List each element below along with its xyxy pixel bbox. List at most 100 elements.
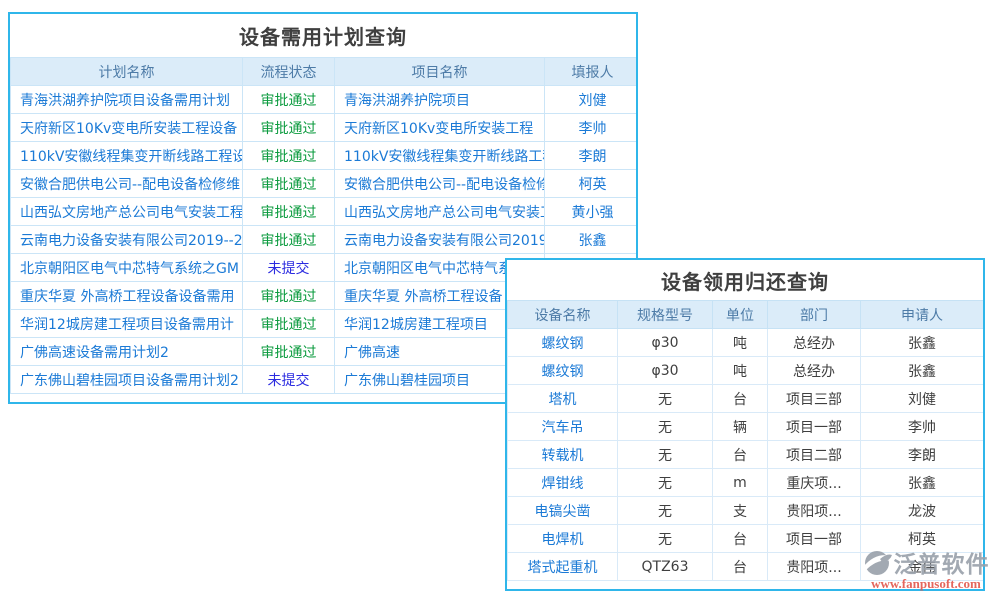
applicant-name: 龙波 [861, 497, 984, 525]
unit-text: 台 [713, 553, 768, 581]
device-name-link[interactable]: 螺纹钢 [508, 329, 618, 357]
applicant-name: 张鑫 [861, 329, 984, 357]
reporter-name-link[interactable]: 李帅 [545, 114, 639, 142]
reporter-name-link[interactable]: 黄小强 [545, 198, 639, 226]
borrow-return-table-body: 螺纹钢φ30吨总经办张鑫螺纹钢φ30吨总经办张鑫塔机无台项目三部刘健汽车吊无辆项… [508, 329, 984, 581]
applicant-name: 李帅 [861, 413, 984, 441]
table-row: 塔机无台项目三部刘健 [508, 385, 984, 413]
plan-name-link[interactable]: 山西弘文房地产总公司电气安装工程 [11, 198, 243, 226]
plan-name-link[interactable]: 重庆华夏 外高桥工程设备设备需用 [11, 282, 243, 310]
unit-text: 辆 [713, 413, 768, 441]
table-row: 焊钳线无m重庆项...张鑫 [508, 469, 984, 497]
plan-name-link[interactable]: 华润12城房建工程项目设备需用计 [11, 310, 243, 338]
column-header-project-name: 项目名称 [335, 58, 545, 86]
device-name-link[interactable]: 汽车吊 [508, 413, 618, 441]
plan-name-link[interactable]: 天府新区10Kv变电所安装工程设备 [11, 114, 243, 142]
table-row: 螺纹钢φ30吨总经办张鑫 [508, 357, 984, 385]
table-row: 山西弘文房地产总公司电气安装工程审批通过山西弘文房地产总公司电气安装工黄小强 [11, 198, 639, 226]
flow-status-text: 审批通过 [243, 310, 335, 338]
device-name-link[interactable]: 螺纹钢 [508, 357, 618, 385]
model-text: 无 [618, 413, 713, 441]
reporter-name-link[interactable]: 柯英 [545, 170, 639, 198]
table-row: 电镐尖凿无支贵阳项...龙波 [508, 497, 984, 525]
applicant-name: 张鑫 [861, 357, 984, 385]
applicant-name: 张鑫 [861, 469, 984, 497]
project-name-link[interactable]: 天府新区10Kv变电所安装工程 [335, 114, 545, 142]
column-header-model: 规格型号 [618, 301, 713, 329]
flow-status-text: 未提交 [243, 366, 335, 394]
table-row: 汽车吊无辆项目一部李帅 [508, 413, 984, 441]
reporter-name-link[interactable]: 李朗 [545, 142, 639, 170]
table-row: 安徽合肥供电公司--配电设备检修维审批通过安徽合肥供电公司--配电设备检修维柯英 [11, 170, 639, 198]
unit-text: 台 [713, 525, 768, 553]
table-row: 110kV安徽线程集变开断线路工程设审批通过110kV安徽线程集变开断线路工程李… [11, 142, 639, 170]
column-header-unit: 单位 [713, 301, 768, 329]
applicant-name: 金伟 [861, 553, 984, 581]
plan-name-link[interactable]: 安徽合肥供电公司--配电设备检修维 [11, 170, 243, 198]
reporter-name-link[interactable]: 张鑫 [545, 226, 639, 254]
department-text: 项目一部 [768, 413, 861, 441]
plan-name-link[interactable]: 青海洪湖养护院项目设备需用计划 [11, 86, 243, 114]
project-name-link[interactable]: 云南电力设备安装有限公司2019--2 [335, 226, 545, 254]
device-name-link[interactable]: 塔式起重机 [508, 553, 618, 581]
unit-text: 吨 [713, 357, 768, 385]
unit-text: 台 [713, 385, 768, 413]
department-text: 总经办 [768, 357, 861, 385]
table-row: 电焊机无台项目一部柯英 [508, 525, 984, 553]
borrow-return-window-title: 设备领用归还查询 [507, 260, 983, 300]
unit-text: 吨 [713, 329, 768, 357]
flow-status-text: 审批通过 [243, 198, 335, 226]
model-text: φ30 [618, 329, 713, 357]
department-text: 贵阳项... [768, 497, 861, 525]
table-row: 塔式起重机QTZ63台贵阳项...金伟 [508, 553, 984, 581]
project-name-link[interactable]: 110kV安徽线程集变开断线路工程 [335, 142, 545, 170]
flow-status-text: 审批通过 [243, 114, 335, 142]
project-name-link[interactable]: 安徽合肥供电公司--配电设备检修维 [335, 170, 545, 198]
device-name-link[interactable]: 电镐尖凿 [508, 497, 618, 525]
column-header-applicant: 申请人 [861, 301, 984, 329]
column-header-reporter: 填报人 [545, 58, 639, 86]
project-name-link[interactable]: 青海洪湖养护院项目 [335, 86, 545, 114]
department-text: 重庆项... [768, 469, 861, 497]
column-header-plan-name: 计划名称 [11, 58, 243, 86]
table-row: 云南电力设备安装有限公司2019--2审批通过云南电力设备安装有限公司2019-… [11, 226, 639, 254]
department-text: 项目一部 [768, 525, 861, 553]
department-text: 项目三部 [768, 385, 861, 413]
flow-status-text: 未提交 [243, 254, 335, 282]
borrow-return-table: 设备名称 规格型号 单位 部门 申请人 螺纹钢φ30吨总经办张鑫螺纹钢φ30吨总… [507, 300, 984, 581]
table-row: 转载机无台项目二部李朗 [508, 441, 984, 469]
applicant-name: 李朗 [861, 441, 984, 469]
model-text: 无 [618, 441, 713, 469]
applicant-name: 柯英 [861, 525, 984, 553]
flow-status-text: 审批通过 [243, 226, 335, 254]
column-header-department: 部门 [768, 301, 861, 329]
column-header-device-name: 设备名称 [508, 301, 618, 329]
plan-name-link[interactable]: 广东佛山碧桂园项目设备需用计划2 [11, 366, 243, 394]
model-text: 无 [618, 469, 713, 497]
model-text: 无 [618, 385, 713, 413]
unit-text: 支 [713, 497, 768, 525]
plan-name-link[interactable]: 广佛高速设备需用计划2 [11, 338, 243, 366]
model-text: 无 [618, 497, 713, 525]
project-name-link[interactable]: 山西弘文房地产总公司电气安装工 [335, 198, 545, 226]
unit-text: m [713, 469, 768, 497]
demand-plan-header-row: 计划名称 流程状态 项目名称 填报人 [11, 58, 639, 86]
flow-status-text: 审批通过 [243, 338, 335, 366]
borrow-return-header-row: 设备名称 规格型号 单位 部门 申请人 [508, 301, 984, 329]
flow-status-text: 审批通过 [243, 170, 335, 198]
device-name-link[interactable]: 塔机 [508, 385, 618, 413]
device-name-link[interactable]: 电焊机 [508, 525, 618, 553]
reporter-name-link[interactable]: 刘健 [545, 86, 639, 114]
plan-name-link[interactable]: 北京朝阳区电气中芯特气系统之GM [11, 254, 243, 282]
department-text: 贵阳项... [768, 553, 861, 581]
department-text: 总经办 [768, 329, 861, 357]
device-name-link[interactable]: 焊钳线 [508, 469, 618, 497]
device-name-link[interactable]: 转载机 [508, 441, 618, 469]
table-row: 青海洪湖养护院项目设备需用计划审批通过青海洪湖养护院项目刘健 [11, 86, 639, 114]
flow-status-text: 审批通过 [243, 142, 335, 170]
model-text: φ30 [618, 357, 713, 385]
plan-name-link[interactable]: 云南电力设备安装有限公司2019--2 [11, 226, 243, 254]
table-row: 螺纹钢φ30吨总经办张鑫 [508, 329, 984, 357]
department-text: 项目二部 [768, 441, 861, 469]
plan-name-link[interactable]: 110kV安徽线程集变开断线路工程设 [11, 142, 243, 170]
